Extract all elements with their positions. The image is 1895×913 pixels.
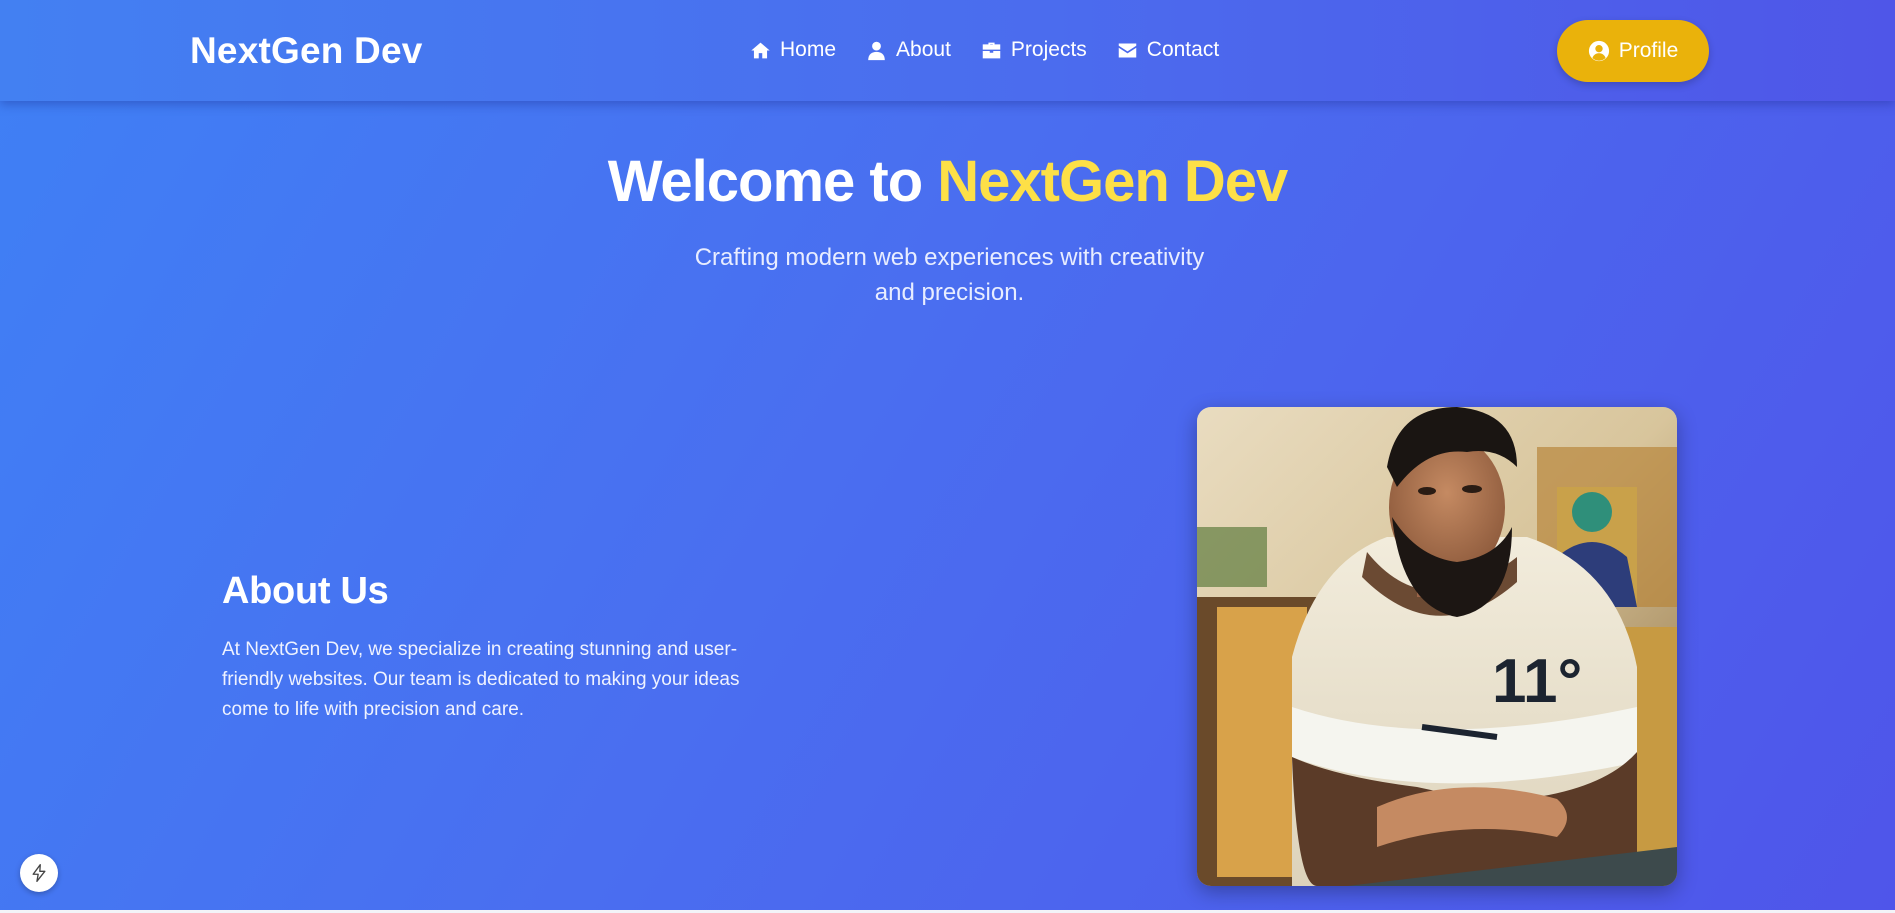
nav-links: Home About Projects Contact bbox=[750, 38, 1219, 62]
nav-link-label: Contact bbox=[1146, 38, 1220, 61]
site-logo[interactable]: NextGen Dev bbox=[190, 30, 423, 72]
nav-link-contact[interactable]: Contact bbox=[1117, 38, 1219, 62]
about-photo: 11° bbox=[1197, 407, 1677, 886]
nav-link-label: Projects bbox=[1010, 38, 1087, 61]
user-icon bbox=[868, 41, 885, 60]
hero-title-prefix: Welcome to bbox=[607, 149, 923, 214]
briefcase-icon bbox=[982, 42, 1001, 58]
nav-link-home[interactable]: Home bbox=[750, 38, 836, 62]
profile-button-label: Profile bbox=[1618, 39, 1679, 62]
person-photo-illustration: 11° bbox=[1197, 407, 1677, 886]
navbar: NextGen Dev Home About Projects Contact … bbox=[0, 0, 1895, 101]
profile-button[interactable]: Profile bbox=[1557, 20, 1709, 82]
bolt-icon bbox=[32, 864, 46, 882]
nav-link-projects[interactable]: Projects bbox=[981, 38, 1087, 62]
bolt-button[interactable] bbox=[20, 854, 58, 892]
hero-subtitle: Crafting modern web experiences with cre… bbox=[694, 244, 1205, 306]
user-circle-icon bbox=[1588, 40, 1609, 62]
about-title: About Us bbox=[222, 570, 389, 612]
hero-title: Welcome to NextGen Dev bbox=[0, 148, 1895, 215]
hero-title-accent: NextGen Dev bbox=[937, 149, 1288, 214]
envelope-icon bbox=[1118, 43, 1137, 57]
about-text: At NextGen Dev, we specialize in creatin… bbox=[222, 639, 740, 720]
nav-link-about[interactable]: About bbox=[866, 38, 951, 62]
home-icon bbox=[751, 42, 770, 58]
nav-link-label: About bbox=[896, 38, 951, 61]
svg-text:11°: 11° bbox=[1492, 647, 1582, 716]
nav-link-label: Home bbox=[780, 38, 837, 61]
